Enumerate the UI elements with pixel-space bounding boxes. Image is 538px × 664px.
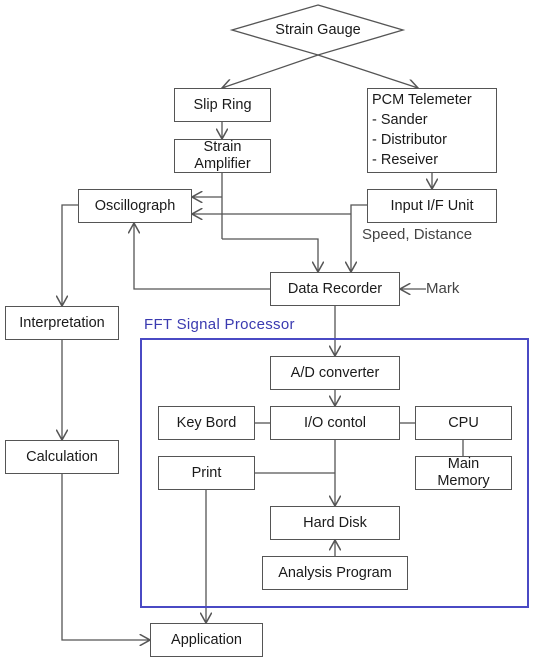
mark-annotation: Mark bbox=[426, 280, 460, 297]
cpu-box[interactable]: CPU bbox=[415, 406, 512, 440]
ad-converter-box[interactable]: A/D converter bbox=[270, 356, 400, 390]
io-control-box[interactable]: I/O contol bbox=[270, 406, 400, 440]
ad-converter-label: A/D converter bbox=[290, 364, 380, 381]
oscillograph-label: Oscillograph bbox=[94, 197, 176, 214]
input-if-unit-label: Input I/F Unit bbox=[390, 197, 474, 214]
pcm-telemeter-box[interactable]: PCM Telemeter - Sander - Distributor - R… bbox=[367, 88, 497, 173]
analysis-program-label: Analysis Program bbox=[278, 564, 392, 581]
data-recorder-box[interactable]: Data Recorder bbox=[270, 272, 400, 306]
main-memory-label-line2: Memory bbox=[437, 473, 490, 489]
calculation-box[interactable]: Calculation bbox=[5, 440, 119, 474]
application-box[interactable]: Application bbox=[150, 623, 263, 657]
oscillograph-box[interactable]: Oscillograph bbox=[78, 189, 192, 223]
key-bord-box[interactable]: Key Bord bbox=[158, 406, 255, 440]
main-memory-label-line1: Main bbox=[447, 456, 480, 472]
slip-ring-box[interactable]: Slip Ring bbox=[174, 88, 271, 122]
pcm-item-distributor: - Distributor bbox=[372, 132, 447, 148]
print-box[interactable]: Print bbox=[158, 456, 255, 490]
interpretation-label: Interpretation bbox=[19, 314, 105, 331]
arrow-calculation-to-application bbox=[61, 473, 150, 640]
io-control-label: I/O contol bbox=[303, 414, 367, 431]
hard-disk-box[interactable]: Hard Disk bbox=[270, 506, 400, 540]
analysis-program-box[interactable]: Analysis Program bbox=[262, 556, 408, 590]
arrow-data-recorder-to-oscillograph bbox=[134, 223, 270, 290]
hard-disk-label: Hard Disk bbox=[303, 514, 367, 531]
pcm-item-sander: - Sander bbox=[372, 112, 428, 128]
data-recorder-label: Data Recorder bbox=[287, 280, 383, 297]
input-if-unit-box[interactable]: Input I/F Unit bbox=[367, 189, 497, 223]
slip-ring-label: Slip Ring bbox=[193, 96, 252, 113]
pcm-item-reseiver: - Reseiver bbox=[372, 152, 439, 168]
strain-amplifier-box[interactable]: Strain Amplifier bbox=[174, 139, 271, 173]
pcm-telemeter-title: PCM Telemeter bbox=[372, 92, 472, 108]
application-label: Application bbox=[171, 631, 242, 648]
arrow-gauge-to-slip-ring bbox=[222, 54, 319, 88]
cpu-label: CPU bbox=[448, 414, 479, 431]
print-label: Print bbox=[191, 464, 222, 481]
arrow-amplifier-to-data-recorder bbox=[222, 238, 318, 272]
fft-signal-processor-label: FFT Signal Processor bbox=[144, 316, 295, 333]
speed-distance-annotation: Speed, Distance bbox=[362, 226, 473, 243]
strain-amplifier-label-line1: Strain bbox=[203, 139, 242, 155]
key-bord-label: Key Bord bbox=[176, 414, 237, 431]
strain-amplifier-label-line2: Amplifier bbox=[194, 156, 251, 172]
calculation-label: Calculation bbox=[26, 448, 98, 465]
main-memory-box[interactable]: Main Memory bbox=[415, 456, 512, 490]
strain-gauge-label: Strain Gauge bbox=[275, 22, 361, 38]
interpretation-box[interactable]: Interpretation bbox=[5, 306, 119, 340]
arrow-oscillograph-to-interpretation bbox=[62, 204, 78, 306]
arrow-gauge-to-pcm bbox=[317, 54, 418, 88]
